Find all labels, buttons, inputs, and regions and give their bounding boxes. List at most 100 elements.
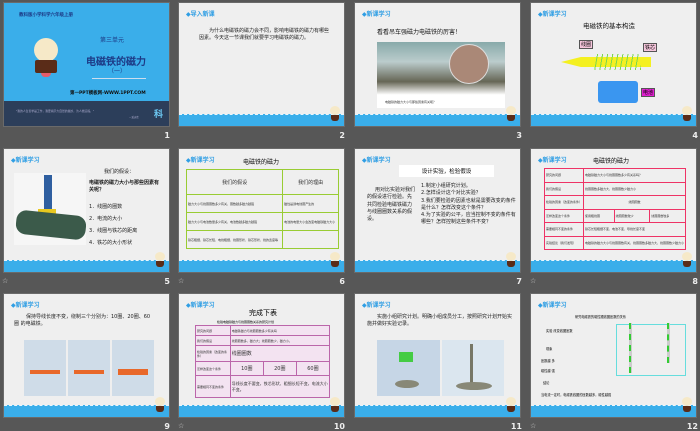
label-coil: 线圈 [579,40,594,49]
table-cell: 导线长度不要变，铁芯形状、粗细长短不变，电流大小不变。 [229,375,331,398]
transition-icon[interactable]: ☆ [2,277,8,285]
table-cell: 60圈 [295,360,331,377]
table-cell: 电磁铁的磁力大小与线圈圈数有关，线圈圈数多磁力大，线圈圈数少磁力小 [583,235,686,250]
conclusion-label: 结论 [543,381,550,385]
slide-thumbnail-9[interactable]: ◆新课学习 保持导线长度不变，绕制三个分别为：10圈、20圈、60圈 的电磁铁。 [3,293,170,418]
experiment-photos [377,340,504,396]
slide-thumbnail-11[interactable]: ◆新课学习 实施小组研究计划。明确小组成员分工，按照研究计划开始实施并做好实验记… [354,293,521,418]
slide-subtitle: （一） [108,68,127,75]
research-table: 研究的问题 电磁铁磁力大小与线圈圈数多少有关系吗？ 我们的假设 线圈圈数多磁力大，线… [544,168,686,250]
table-cell: 电磁铁磁力大小与线圈圈数多少有关系吗？ [583,168,686,183]
label-iron-core: 铁芯 [643,43,658,52]
slide-thumbnail-4[interactable]: ◆新课学习 电磁铁的基本构造 线圈 铁芯 电池 [530,2,697,127]
slide-number: 9 [164,422,170,431]
slide-thumbnail-12[interactable]: ◆新课学习 研究电磁铁的磁性跟线圈匝数的关系 实验 改变线圈匝数 现象 匝数越 … [530,293,697,418]
footer-band [179,114,344,126]
bulb-icon [330,106,340,122]
slide-title: 电磁铁的磁力 [243,159,280,166]
steps: 1.制定小组研究计划。 2.怎样设计这个对比实验？ 3.我们要检验的因素也就是需… [421,183,517,227]
step-item: 4.为了实验的公平，应当控制不变的条件有哪些？怎样控制这些条件不变？ [421,212,516,226]
footer-band [531,114,696,126]
battery [598,81,638,103]
bulb-icon [155,252,165,268]
slide-title: 完成下表 [249,309,277,317]
footer-band [355,114,520,126]
table-cell: 怎样改变这个条件 [544,208,584,223]
section-tag: ◆新课学习 [11,157,40,164]
table-cell: 使用粗线圈 [583,208,615,223]
step-item: 3.我们要检验的因素也就是需要改变的条件是什么？怎样改变这个条件？ [421,197,516,211]
site-label: 第一PPT模板网-WWW.1PPT.COM [70,91,146,96]
table-cell: 铁芯长短粗细不变、电池不变、导线长度不变 [583,222,686,237]
footer-band [4,405,169,417]
table-cell: 需要相同不变的条件 [544,222,584,237]
hypothesis-table: 我们的假设 我们的理由 磁力大小与线圈圈数多少有关，圈数越多磁力越强 磁性是通电线圈… [185,168,339,249]
transition-icon[interactable]: ☆ [530,422,536,430]
slide-number: 7 [516,277,522,286]
table-cell [282,230,339,249]
turns-line: 匝数越 多 [541,359,555,363]
section-tag: ◆新课学习 [11,302,40,309]
slide-thumbnail-10[interactable]: ◆新课学习 完成下表 检验电磁铁磁力与线圈圈数关系的研究计划 研究的问题 电磁铁磁… [178,293,345,418]
footer-band [531,405,696,417]
quote: "我的人生哲学是工作，我要揭示大自然的奥妙，为人类造福。" [16,109,95,113]
table-cell: 线圈圈数多，磁力大；线圈圈数少，磁力小。 [229,335,331,347]
section-tag: ◆新课学习 [538,157,567,164]
slide-thumbnail-7[interactable]: ◆新课学习 设计实验，检验假设 用对比实验对我们的假设进行检验。先共同检验电磁铁… [354,148,521,273]
unit-label: 第三单元 [100,37,125,44]
bulb-icon [330,252,340,268]
table-cell: 怎样改变这个条件 [195,360,231,377]
table-title: 检验电磁铁磁力与线圈圈数关系的研究计划 [217,320,275,324]
section-tag: ◆新课学习 [186,157,215,164]
section-tag: ◆新课学习 [186,302,215,309]
transition-icon[interactable]: ☆ [178,422,184,430]
table-cell: 我们的假设 [544,181,584,196]
section-tag: ◆新课学习 [362,157,391,164]
table-cell: 电磁铁磁力与线圈圈数多少有关吗 [229,324,331,337]
transition-icon[interactable]: ☆ [530,277,536,285]
bulb-icon [506,106,516,122]
footer-band [179,405,344,417]
bulb-icon [155,397,165,413]
bulb-logo-icon [34,38,58,77]
table-cell: 检验的因素（改变的条件） [544,195,584,210]
circuit-diagram [616,323,686,376]
section-tag: ◆导入新课 [186,11,215,18]
divider [92,78,146,79]
hypothesis-heading: 我们的假设： [104,169,135,175]
table-cell: 检验的因素（改变的条件） [195,345,231,362]
table-cell: 实验结论（我们发现） [544,235,584,250]
table-cell: 线圈圈数多磁力大，线圈圈数少磁力小 [583,181,686,196]
crane-illustration: 电磁铁的磁力大小与那些因素有关呢？ [377,42,505,108]
slide-thumbnail-3[interactable]: ◆新课学习 看看吊车强磁力电磁铁的厉害！ 电磁铁的磁力大小与那些因素有关呢？ [354,2,521,127]
coil-photos [24,340,154,396]
publisher: 教科版小学科学六年级上册 [19,13,73,18]
table-cell: 线圈圈数较少 [613,208,651,223]
table-header: 我们的理由 [282,168,339,196]
bulb-icon [330,397,340,413]
list-item: 1．线圈的圈数 [89,204,123,210]
table-cell: 电池的电量大小会改变电磁铁磁力大小 [282,212,339,232]
phenomenon-line: 现象 [546,347,553,351]
slide-thumbnail-1[interactable]: 教科版小学科学六年级上册 第三单元 电磁铁的磁力 （一） 第一PPT模板网-WW… [3,2,170,127]
slide-number: 4 [692,131,698,140]
bulb-icon [682,106,692,122]
transition-icon[interactable]: ☆ [178,277,184,285]
table-cell: 线圈圈数较多 [649,208,686,223]
slide-number: 3 [516,131,522,140]
footer-band [355,405,520,417]
bulb-icon [682,397,692,413]
slide-thumbnail-2[interactable]: ◆导入新课 为什么电磁铁的磁力会不同，影响电磁铁的磁力有哪些因素。今天这一节课我… [178,2,345,127]
caption: 电磁铁的磁力大小与那些因素有关呢？ [385,100,437,104]
slide-thumbnail-6[interactable]: ◆新课学习 电磁铁的磁力 我们的假设 我们的理由 磁力大小与线圈圈数多少有关，圈数… [178,148,345,273]
quote-footer: "我的人生哲学是工作，我要揭示大自然的奥妙，为人类造福。" —爱迪生 科 [4,101,169,126]
slide-number: 8 [692,277,698,286]
table-cell: 磁性是通电线圈产生的 [282,194,339,214]
section-tag: ◆新课学习 [362,11,391,18]
footer-band [179,260,344,272]
slide-thumbnail-5[interactable]: ◆新课学习 我们的假设： 电磁铁的磁力大小与那些因素有关呢？ 1．线圈的圈数 2… [3,148,170,273]
slide-number: 2 [339,131,345,140]
slide-thumbnail-8[interactable]: ◆新课学习 电磁铁的磁力 研究的问题 电磁铁磁力大小与线圈圈数多少有关系吗？ 我们… [530,148,697,273]
bulb-icon [506,252,516,268]
coil [593,54,641,70]
